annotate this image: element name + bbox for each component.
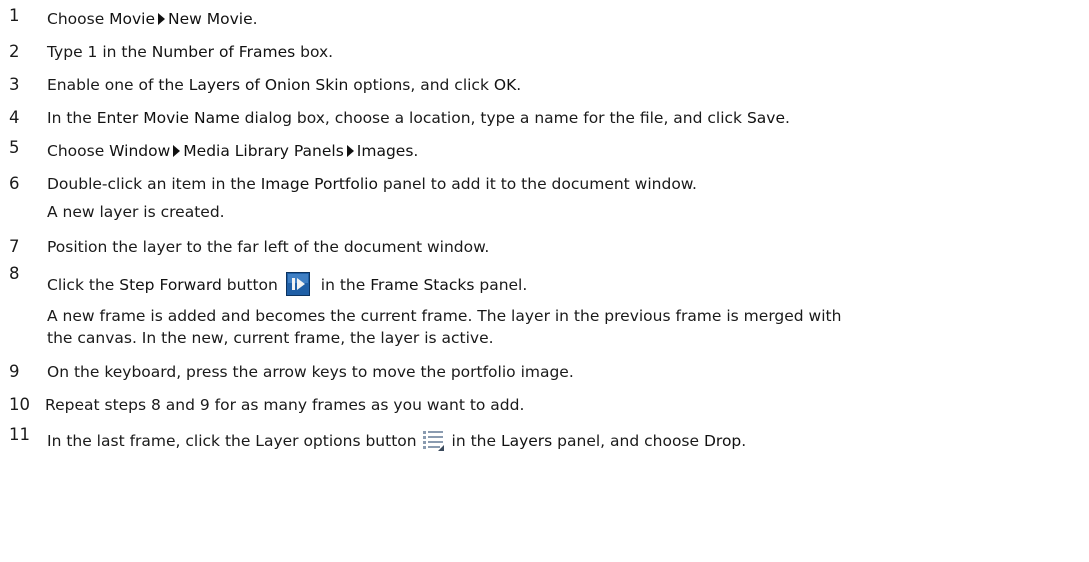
step-number: 6: [9, 174, 20, 193]
step-8-result-line-1: A new frame is added and becomes the cur…: [47, 307, 842, 325]
step-text: Choose Window Media Library Panels Images.: [47, 142, 419, 160]
step-6-result: A new layer is created.: [47, 203, 225, 221]
step-8-result-line-2: the canvas. In the new, current frame, t…: [47, 329, 494, 347]
step-text: In the last frame, click the Layer optio…: [47, 428, 746, 452]
step-text: Enable one of the Layers of Onion Skin o…: [47, 76, 522, 94]
step-number: 11: [9, 425, 30, 444]
step-text: Double-click an item in the Image Portfo…: [47, 175, 697, 193]
step-number: 10: [9, 395, 30, 414]
step-number: 4: [9, 108, 20, 127]
menu-movie: Movie: [109, 10, 156, 28]
step-text: In the Enter Movie Name dialog box, choo…: [47, 109, 790, 127]
step-number: 3: [9, 75, 20, 94]
step-number: 2: [9, 42, 20, 61]
step-text: On the keyboard, press the arrow keys to…: [47, 363, 574, 381]
layer-options-icon: [421, 428, 445, 452]
step-number: 9: [9, 362, 20, 381]
step-forward-icon: [285, 272, 310, 296]
step-text: Type 1 in the Number of Frames box.: [47, 43, 334, 61]
step-number: 7: [9, 237, 20, 256]
step-number: 1: [9, 6, 20, 25]
step-text: Click the Step Forward button in the Fra…: [47, 272, 527, 296]
step-text: Choose Movie New Movie.: [47, 10, 258, 28]
menu-arrow-icon: [346, 145, 354, 157]
step-number: 8: [9, 264, 20, 283]
menu-arrow-icon: [173, 145, 181, 157]
step-number: 5: [9, 138, 20, 157]
step-text: Position the layer to the far left of th…: [47, 238, 490, 256]
menu-arrow-icon: [158, 13, 166, 25]
menu-new-movie: New Movie: [168, 10, 253, 28]
step-text: Repeat steps 8 and 9 for as many frames …: [45, 396, 525, 414]
